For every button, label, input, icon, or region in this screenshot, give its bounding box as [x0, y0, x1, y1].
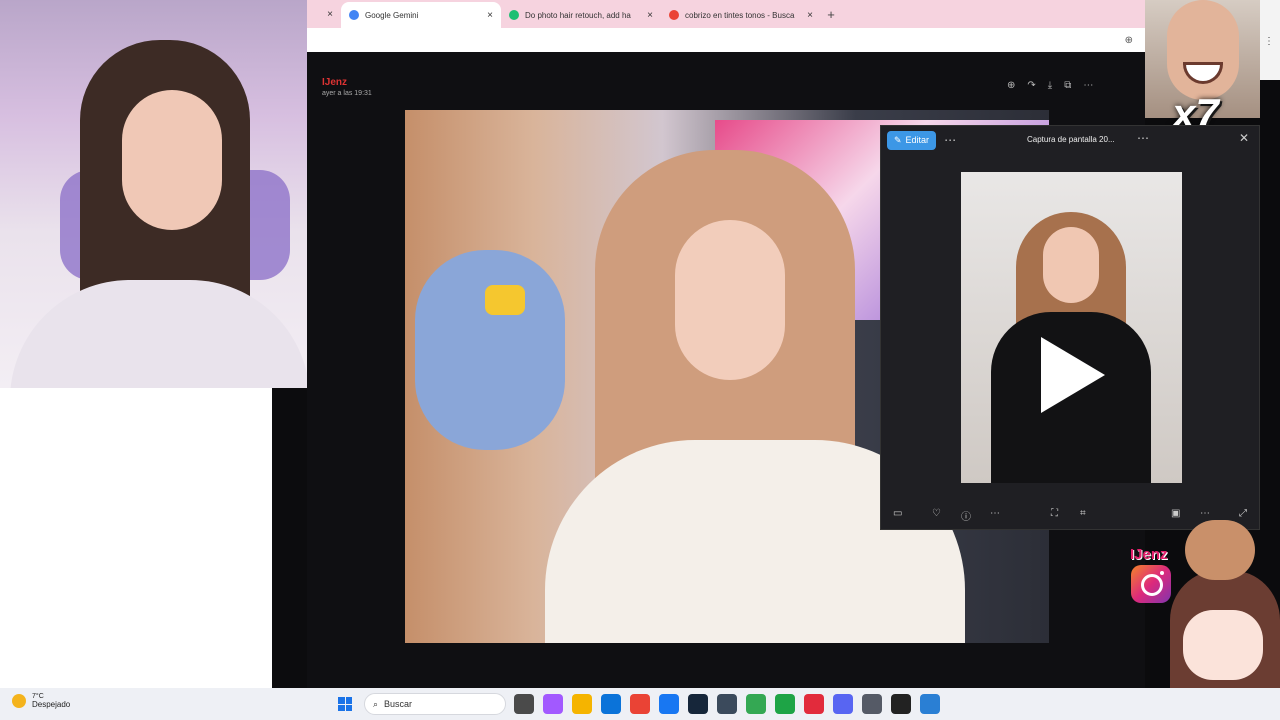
zoom-icon[interactable]: ⊕: [1125, 35, 1133, 46]
viewer-toolbar: ⊕ ↷ ⤓ ⧉ ⋯: [1007, 80, 1093, 91]
browser-window: × Google Gemini × Do photo hair retouch,…: [307, 0, 1145, 52]
weather-description: Despejado: [32, 700, 71, 709]
edit-label: Editar: [905, 135, 930, 145]
right-browser-strip: ⋮: [1260, 0, 1280, 80]
new-tab-button[interactable]: +: [821, 7, 841, 22]
settings-icon[interactable]: [862, 694, 882, 714]
search-icon: ⌕: [373, 698, 379, 709]
edit-icon: ✎: [894, 134, 902, 145]
background-page: [0, 388, 272, 688]
more-icon[interactable]: ⋯: [990, 508, 1000, 519]
favorite-icon[interactable]: ♡: [932, 508, 941, 519]
sender-info: IJenz ayer a las 19:31: [322, 77, 372, 97]
streamer-webcam: [0, 0, 307, 388]
more-icon[interactable]: ⋯: [1137, 131, 1149, 145]
sender-time: ayer a las 19:31: [322, 90, 372, 97]
google-icon: [669, 10, 679, 20]
copilot-icon[interactable]: [543, 694, 563, 714]
zoom-in-icon[interactable]: ⊕: [1007, 80, 1015, 91]
photo-title: Captura de pantalla 20...: [1027, 135, 1115, 144]
instagram-handle: IJenz: [1130, 546, 1168, 563]
search-image-icon[interactable]: ⌗: [1080, 508, 1086, 519]
page-gutter: [272, 388, 308, 688]
steam-icon[interactable]: [688, 694, 708, 714]
start-button[interactable]: [338, 697, 352, 711]
tab-hair-retouch[interactable]: Do photo hair retouch, add ha ×: [501, 2, 661, 28]
more-icon[interactable]: ⋮: [1264, 36, 1274, 47]
close-icon[interactable]: ×: [319, 9, 341, 20]
subject-face: [675, 220, 785, 380]
editor-icon[interactable]: [920, 694, 940, 714]
video-subject-face: [1043, 227, 1099, 303]
bear-hat: [1185, 520, 1255, 580]
tab-google-gemini[interactable]: Google Gemini ×: [341, 2, 501, 28]
face: [1167, 0, 1239, 100]
plush-beak: [485, 285, 525, 315]
spotify-icon[interactable]: [775, 694, 795, 714]
more-icon[interactable]: ⋯: [1083, 80, 1093, 91]
penguin-plush: [415, 250, 565, 450]
edit-button[interactable]: ✎ Editar: [887, 130, 937, 150]
video-thumbnail[interactable]: [961, 172, 1182, 483]
epic-games-icon[interactable]: [891, 694, 911, 714]
sun-icon: [12, 694, 26, 708]
close-icon[interactable]: ×: [647, 10, 653, 21]
edge-icon[interactable]: [601, 694, 621, 714]
mascot-face: [1183, 610, 1263, 680]
chrome-alt-icon[interactable]: [746, 694, 766, 714]
tab-label: Do photo hair retouch, add ha: [525, 10, 631, 20]
fit-screen-icon[interactable]: ▣: [1171, 508, 1180, 519]
search-placeholder: Buscar: [384, 699, 413, 709]
record-icon[interactable]: [804, 694, 824, 714]
shoulders: [10, 280, 307, 388]
close-icon[interactable]: ✕: [1239, 131, 1249, 145]
store-icon[interactable]: [659, 694, 679, 714]
filmstrip-icon[interactable]: ▭: [893, 508, 902, 519]
taskbar: 7°C Despejado ⌕ Buscar: [0, 688, 1280, 720]
close-icon[interactable]: ×: [487, 10, 493, 21]
fiverr-icon: [509, 10, 519, 20]
rotate-icon[interactable]: ↷: [1027, 80, 1035, 91]
tab-bar: × Google Gemini × Do photo hair retouch,…: [307, 0, 1145, 28]
temperature: 7°C: [32, 693, 44, 700]
play-icon[interactable]: [1041, 337, 1105, 413]
chrome-icon[interactable]: [630, 694, 650, 714]
fullscreen-icon[interactable]: ⤢: [1239, 508, 1247, 519]
task-view-icon[interactable]: [514, 694, 534, 714]
more-icon[interactable]: ⋯: [1200, 508, 1210, 519]
discord-icon[interactable]: [833, 694, 853, 714]
tab-label: cobrizo en tintes tonos - Busca: [685, 10, 795, 20]
info-icon[interactable]: ⓘ: [961, 508, 971, 523]
download-icon[interactable]: ⤓: [1048, 80, 1052, 91]
file-explorer-icon[interactable]: [572, 694, 592, 714]
taskbar-apps: [514, 694, 940, 714]
weather-widget[interactable]: 7°C Despejado: [12, 693, 70, 709]
close-icon[interactable]: ×: [807, 10, 813, 21]
tab-label: Google Gemini: [365, 10, 419, 20]
more-icon[interactable]: ⋯: [944, 133, 957, 147]
face: [122, 90, 222, 230]
photos-app-window: ✎ Editar ⋯ Captura de pantalla 20... ⋯ ✕…: [880, 125, 1260, 530]
app-icon[interactable]: [717, 694, 737, 714]
crop-icon[interactable]: ⛶: [1051, 508, 1058, 519]
address-bar[interactable]: ⊕: [307, 28, 1145, 52]
sender-name: IJenz: [322, 77, 348, 88]
taskbar-search[interactable]: ⌕ Buscar: [364, 693, 506, 715]
gemini-icon: [349, 10, 359, 20]
instagram-icon: [1131, 565, 1171, 603]
open-original-icon[interactable]: ⧉: [1064, 80, 1071, 91]
tab-google-search[interactable]: cobrizo en tintes tonos - Busca ×: [661, 2, 821, 28]
